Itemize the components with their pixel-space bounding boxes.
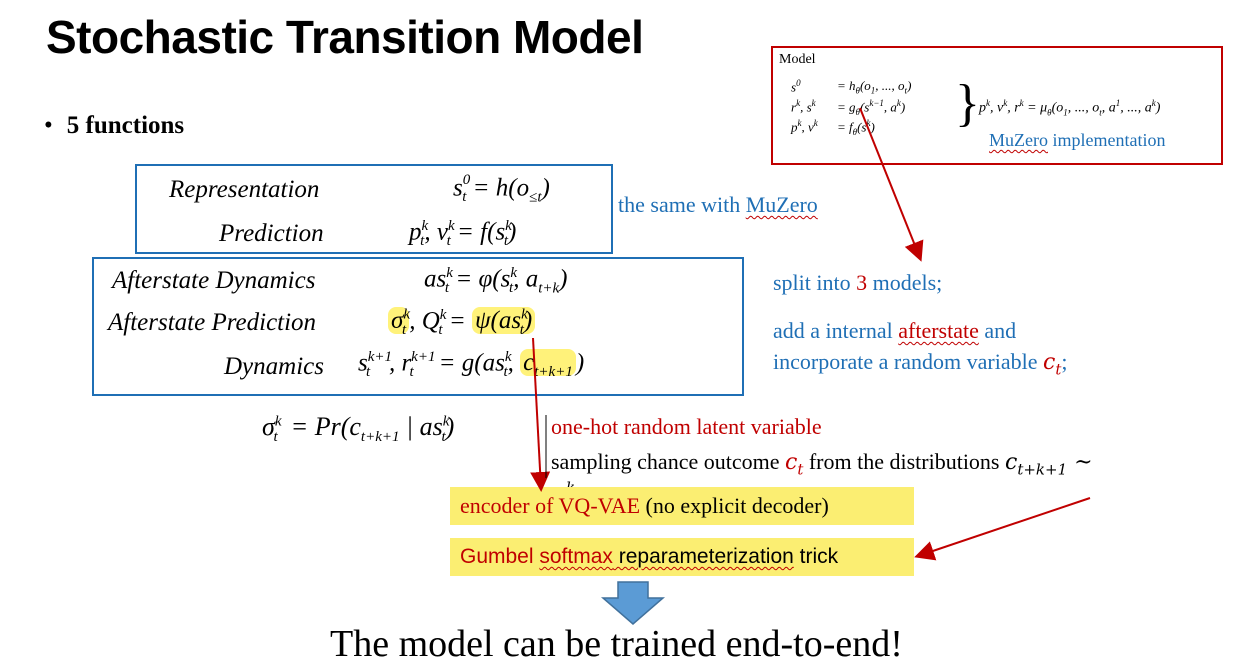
eq-representation: s0t = h(o≤t) [453, 172, 550, 206]
eq-afterstate-dynamics: askt = φ(skt, at+k) [424, 265, 568, 297]
afterstate-word: afterstate [898, 318, 979, 343]
split-suffix: models; [867, 270, 943, 295]
implementation-text: implementation [1047, 130, 1166, 150]
random-variable-note: incorporate a random variable ct; [773, 349, 1067, 378]
trick-word: trick [793, 545, 839, 568]
model-brace: } [955, 75, 980, 132]
eq-dynamics: sk+1t , rk+1t = g(askt, ct+k+1) [358, 349, 585, 381]
muzero-model-box: Model s0 = hθ(o1, ..., ot) rk, sk = gθ(s… [771, 46, 1223, 165]
split-num: 3 [856, 270, 868, 295]
sampling-c-t: ct [784, 450, 804, 479]
model-row-3-rhs: = fθ(sk) [837, 118, 875, 137]
eq-prediction: pkt, vkt = f(skt) [409, 218, 517, 250]
c-t-symbol: ct [1042, 350, 1062, 379]
model-heading: Model [779, 52, 816, 67]
conclusion-text: The model can be trained end-to-end! [330, 623, 903, 665]
same-with-muzero-note: the same with MuZero [618, 192, 818, 218]
incorporate-text: incorporate a random variable [773, 349, 1043, 374]
muzero-implementation-label: MuZero implementation [989, 130, 1165, 151]
gumbel-word: Gumbel [460, 545, 540, 568]
muzero-link-note[interactable]: MuZero [746, 192, 818, 217]
sampling-mid: from the distributions [803, 449, 1005, 474]
gumbel-box: Gumbel softmax reparameterization trick [450, 538, 914, 576]
sampling-prefix: sampling chance outcome [551, 449, 785, 474]
label-prediction: Prediction [219, 220, 324, 247]
model-mu: pk, vk, rk = μθ(o1, ..., ot, a1, ..., ak… [979, 98, 1161, 118]
muzero-link[interactable]: MuZero [989, 130, 1048, 150]
label-afterstate-dynamics: Afterstate Dynamics [112, 267, 316, 294]
split-prefix: split into [773, 270, 857, 295]
encoder-black-text: (no explicit decoder) [640, 493, 829, 518]
encoder-box: encoder of VQ-VAE (no explicit decoder) [450, 487, 914, 525]
model-row-3: pk, vk [791, 118, 818, 135]
split-note: split into 3 models; [773, 270, 942, 296]
reparameterization-word: reparameterization [612, 545, 794, 568]
bullet-text: 5 functions [66, 112, 185, 139]
label-representation: Representation [169, 176, 320, 203]
eq-sigma-definition: σkt = Pr(ct+k+1 | askt) [262, 412, 455, 446]
label-dynamics: Dynamics [224, 353, 324, 380]
model-row-1-rhs: = hθ(o1, ..., ot) [837, 78, 912, 96]
encoder-red-text: encoder of VQ-VAE [460, 493, 641, 518]
page-title: Stochastic Transition Model [46, 11, 644, 63]
stochastic-functions-box: Afterstate Dynamics askt = φ(skt, at+k) … [92, 257, 744, 396]
add-prefix: add a internal [773, 318, 899, 343]
model-row-1: s0 [791, 78, 801, 95]
down-arrow-icon [600, 581, 666, 625]
softmax-word: softmax [539, 545, 613, 568]
label-afterstate-prediction: Afterstate Prediction [108, 309, 317, 336]
semicolon: ; [1061, 349, 1068, 374]
muzero-functions-box: Representation s0t = h(o≤t) Prediction p… [135, 164, 613, 254]
model-row-2: rk, sk [791, 98, 816, 115]
one-hot-note: one-hot random latent variable [551, 414, 822, 439]
afterstate-note: add a internal afterstate and [773, 318, 1016, 344]
eq-afterstate-prediction: σkt, Qkt = ψ(askt) [388, 307, 536, 339]
bullet-5-functions: • 5 functions [44, 112, 185, 139]
add-suffix: and [978, 318, 1017, 343]
model-row-2-rhs: = gθ(sk−1, ak) [837, 98, 906, 117]
same-with-text: the same with [618, 192, 746, 217]
